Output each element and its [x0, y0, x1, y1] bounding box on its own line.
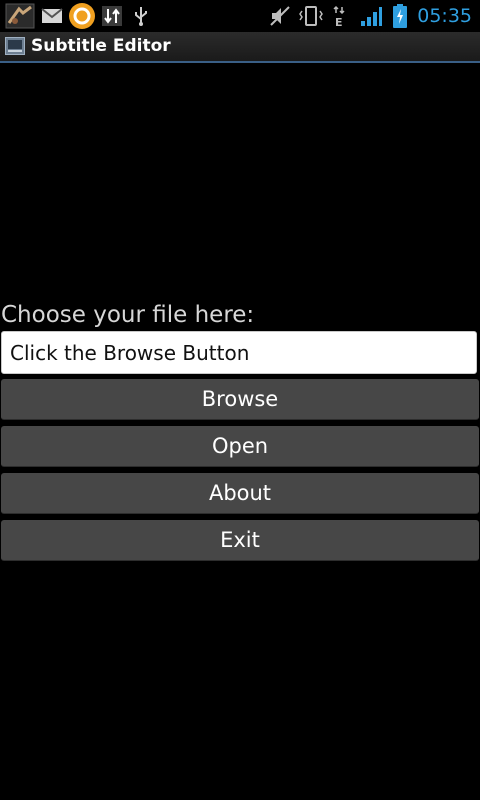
- open-button[interactable]: Open: [1, 426, 479, 467]
- svg-text:E: E: [335, 16, 343, 28]
- mute-icon: [268, 3, 292, 29]
- app-icon: [5, 37, 25, 55]
- app-notification-icon[interactable]: [4, 3, 36, 29]
- edge-data-icon: E: [331, 3, 347, 29]
- file-path-input[interactable]: [1, 331, 477, 374]
- orange-circle-notification-icon[interactable]: [67, 3, 97, 29]
- browse-button[interactable]: Browse: [1, 379, 479, 420]
- exit-button[interactable]: Exit: [1, 520, 479, 561]
- clock: 05:35: [417, 5, 472, 27]
- status-bar: E 05:35: [0, 0, 480, 32]
- choose-file-label: Choose your file here:: [1, 302, 255, 328]
- app-title: Subtitle Editor: [31, 36, 171, 56]
- usb-icon: [131, 3, 151, 29]
- screen: E 05:35 Subtitle Editor Choose your file…: [0, 0, 480, 800]
- title-bar: Subtitle Editor: [0, 32, 480, 61]
- battery-charging-icon: [391, 3, 409, 29]
- vibrate-icon: [298, 3, 324, 29]
- signal-strength-icon: [358, 3, 384, 29]
- title-divider: [0, 61, 480, 63]
- sync-arrows-icon: [100, 3, 124, 29]
- about-button[interactable]: About: [1, 473, 479, 514]
- gmail-icon[interactable]: [40, 3, 64, 29]
